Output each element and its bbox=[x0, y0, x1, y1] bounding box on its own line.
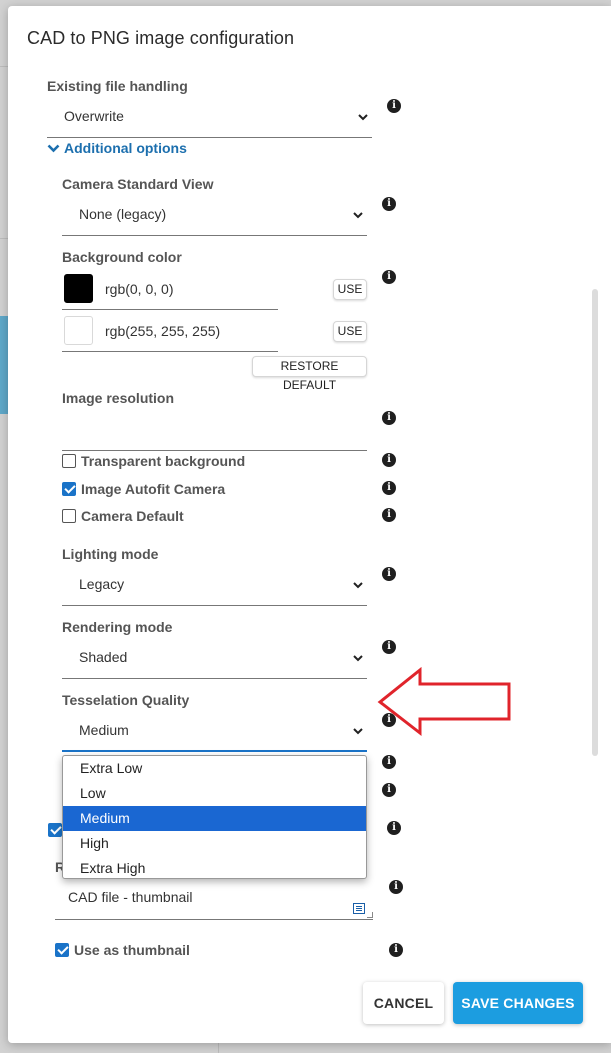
existing-file-value: Overwrite bbox=[64, 108, 124, 124]
camera-view-select[interactable]: None (legacy) bbox=[62, 196, 367, 236]
info-icon[interactable]: i bbox=[382, 640, 396, 654]
info-icon[interactable]: i bbox=[382, 481, 396, 495]
checkbox-box[interactable] bbox=[62, 454, 76, 468]
hidden-checkbox-checked[interactable] bbox=[48, 823, 62, 837]
info-icon[interactable]: i bbox=[382, 567, 396, 581]
checkbox-box-checked[interactable] bbox=[62, 482, 76, 496]
additional-options-label: Additional options bbox=[64, 140, 187, 156]
color-swatch-black[interactable] bbox=[64, 274, 93, 303]
dropdown-option[interactable]: Low bbox=[63, 781, 366, 806]
annotation-arrow-icon bbox=[377, 667, 511, 737]
color2-underline bbox=[62, 351, 278, 352]
checkbox-box[interactable] bbox=[62, 509, 76, 523]
dropdown-option[interactable]: High bbox=[63, 831, 366, 856]
lighting-mode-label: Lighting mode bbox=[62, 546, 159, 562]
tesselation-select[interactable]: Medium bbox=[62, 712, 367, 752]
tesselation-value: Medium bbox=[79, 722, 129, 738]
chevron-down-icon bbox=[47, 144, 60, 152]
image-resolution-label: Image resolution bbox=[62, 390, 175, 406]
resize-grip[interactable] bbox=[367, 912, 373, 918]
resource-name-value: CAD file - thumbnail bbox=[68, 889, 193, 905]
lighting-mode-select[interactable]: Legacy bbox=[62, 566, 367, 606]
use-as-thumbnail-checkbox[interactable]: Use as thumbnail bbox=[55, 942, 190, 958]
scrollbar-thumb[interactable] bbox=[592, 289, 598, 756]
chevron-down-icon bbox=[353, 212, 363, 219]
rendering-mode-select[interactable]: Shaded bbox=[62, 639, 367, 679]
camera-default-label: Camera Default bbox=[81, 508, 184, 524]
existing-file-label: Existing file handling bbox=[47, 78, 188, 94]
info-icon[interactable]: i bbox=[382, 270, 396, 284]
image-resolution-input[interactable] bbox=[62, 450, 367, 451]
info-icon[interactable]: i bbox=[387, 99, 401, 113]
info-icon[interactable]: i bbox=[382, 197, 396, 211]
save-changes-button[interactable]: SAVE CHANGES bbox=[453, 982, 583, 1024]
image-autofit-checkbox[interactable]: Image Autofit Camera bbox=[62, 481, 225, 497]
camera-default-checkbox[interactable]: Camera Default bbox=[62, 508, 184, 524]
background-divider bbox=[218, 1043, 219, 1053]
chevron-down-icon bbox=[353, 655, 363, 662]
lighting-mode-value: Legacy bbox=[79, 576, 125, 592]
info-icon[interactable]: i bbox=[382, 783, 396, 797]
restore-default-button[interactable]: RESTORE DEFAULT bbox=[252, 356, 367, 392]
info-icon[interactable]: i bbox=[382, 453, 396, 467]
info-icon[interactable]: i bbox=[387, 821, 401, 835]
checkbox-box-checked[interactable] bbox=[55, 943, 69, 957]
dropdown-option-selected[interactable]: Medium bbox=[63, 806, 366, 831]
info-icon[interactable]: i bbox=[382, 411, 396, 425]
info-icon[interactable]: i bbox=[389, 943, 403, 957]
tesselation-label: Tesselation Quality bbox=[62, 692, 190, 708]
additional-options-toggle[interactable]: Additional options bbox=[47, 140, 187, 156]
rendering-mode-value: Shaded bbox=[79, 649, 128, 665]
color-swatch-white[interactable] bbox=[64, 316, 93, 345]
tesselation-dropdown-list: Extra Low Low Medium High Extra High bbox=[62, 755, 367, 879]
background-color-label: Background color bbox=[62, 249, 182, 265]
dropdown-option[interactable]: Extra High bbox=[63, 856, 366, 878]
image-autofit-label: Image Autofit Camera bbox=[81, 481, 226, 497]
chevron-down-icon bbox=[353, 728, 363, 735]
dropdown-option[interactable]: Extra Low bbox=[63, 756, 366, 781]
info-icon[interactable]: i bbox=[382, 755, 396, 769]
color1-underline bbox=[62, 309, 278, 310]
use-color1-button[interactable]: USE bbox=[333, 279, 367, 300]
background-accent-panel bbox=[0, 316, 8, 414]
camera-view-label: Camera Standard View bbox=[62, 176, 214, 192]
transparent-background-label: Transparent background bbox=[81, 453, 246, 469]
existing-file-select[interactable]: Overwrite bbox=[47, 98, 372, 138]
info-icon[interactable]: i bbox=[382, 508, 396, 522]
chevron-down-icon bbox=[353, 582, 363, 589]
use-color2-button[interactable]: USE bbox=[333, 321, 367, 342]
dialog-title: CAD to PNG image configuration bbox=[27, 28, 295, 48]
chevron-down-icon bbox=[358, 114, 368, 121]
text-lines-icon[interactable] bbox=[353, 903, 365, 914]
rendering-mode-label: Rendering mode bbox=[62, 619, 173, 635]
color2-text: rgb(255, 255, 255) bbox=[105, 323, 221, 339]
info-icon[interactable]: i bbox=[389, 880, 403, 894]
transparent-background-checkbox[interactable]: Transparent background bbox=[62, 453, 245, 469]
camera-view-value: None (legacy) bbox=[79, 206, 167, 222]
use-as-thumbnail-label: Use as thumbnail bbox=[74, 942, 190, 958]
resource-name-textarea[interactable]: CAD file - thumbnail bbox=[55, 876, 373, 920]
color1-text: rgb(0, 0, 0) bbox=[105, 281, 174, 297]
cancel-button[interactable]: CANCEL bbox=[363, 982, 444, 1024]
